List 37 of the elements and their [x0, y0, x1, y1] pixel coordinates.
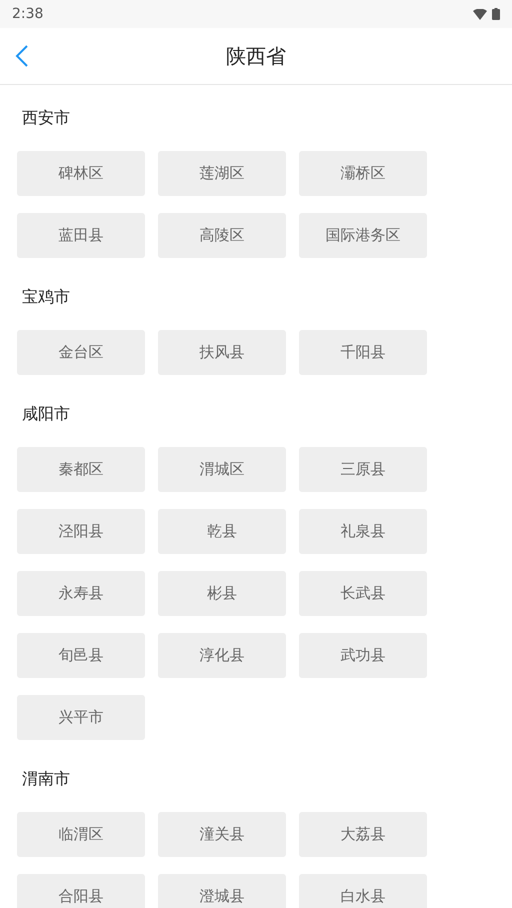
- city-heading: 咸阳市: [21, 404, 70, 424]
- district-chip[interactable]: 灞桥区: [299, 151, 427, 196]
- district-chip[interactable]: 淳化县: [158, 633, 286, 678]
- district-chip[interactable]: 白水县: [299, 874, 427, 908]
- city-heading: 西安市: [21, 108, 70, 128]
- district-chip[interactable]: 大荔县: [299, 812, 427, 857]
- district-chip[interactable]: 莲湖区: [158, 151, 286, 196]
- district-chip[interactable]: 兴平市: [17, 695, 145, 740]
- district-chip[interactable]: 高陵区: [158, 213, 286, 258]
- district-chip[interactable]: 旬邑县: [17, 633, 145, 678]
- district-chip[interactable]: 彬县: [158, 571, 286, 616]
- wifi-icon: [473, 8, 487, 20]
- district-chip[interactable]: 临渭区: [17, 812, 145, 857]
- district-chip[interactable]: 潼关县: [158, 812, 286, 857]
- district-chip[interactable]: 三原县: [299, 447, 427, 492]
- status-time: 2:38: [12, 6, 44, 22]
- district-chip[interactable]: 国际港务区: [299, 213, 427, 258]
- district-chip[interactable]: 武功县: [299, 633, 427, 678]
- page-title: 陕西省: [226, 42, 286, 70]
- district-chip[interactable]: 金台区: [17, 330, 145, 375]
- district-chip[interactable]: 碑林区: [17, 151, 145, 196]
- district-chip[interactable]: 乾县: [158, 509, 286, 554]
- district-chip[interactable]: 永寿县: [17, 571, 145, 616]
- district-chip[interactable]: 礼泉县: [299, 509, 427, 554]
- battery-icon: [492, 8, 500, 20]
- back-icon: [15, 44, 29, 68]
- district-chip[interactable]: 蓝田县: [17, 213, 145, 258]
- city-heading: 渭南市: [21, 768, 70, 790]
- district-chip[interactable]: 秦都区: [17, 447, 145, 492]
- district-chip[interactable]: 泾阳县: [17, 509, 145, 554]
- district-chip[interactable]: 澄城县: [158, 874, 286, 908]
- city-heading: 宝鸡市: [21, 286, 70, 308]
- district-chip[interactable]: 合阳县: [17, 874, 145, 908]
- district-chip[interactable]: 千阳县: [299, 330, 427, 375]
- district-chip[interactable]: 渭城区: [158, 447, 286, 492]
- district-chip[interactable]: 扶风县: [158, 330, 286, 375]
- district-chip[interactable]: 长武县: [299, 571, 427, 616]
